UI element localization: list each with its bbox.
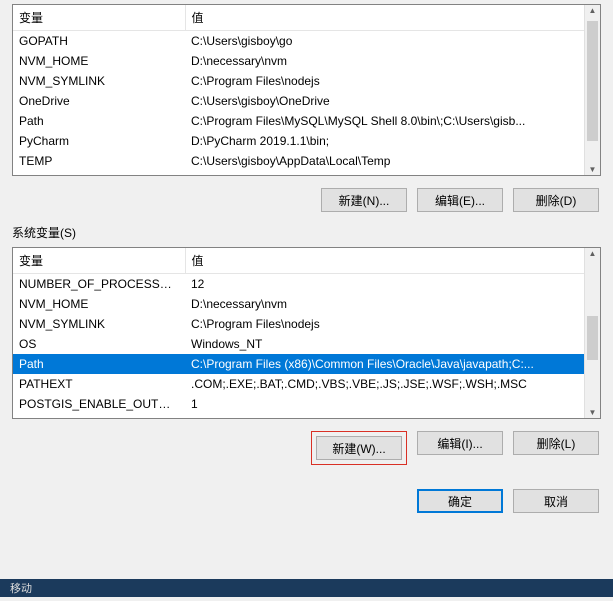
system-scrollbar[interactable] <box>584 248 600 418</box>
var-name-cell: GOPATH <box>13 31 185 52</box>
system-vars-section: 系统变量(S) 变量 值 NUMBER_OF_PROCESSORS12NVM_H… <box>12 224 601 465</box>
user-vars-table[interactable]: 变量 值 GOPATHC:\Users\gisboy\goNVM_HOMED:\… <box>13 5 584 171</box>
var-name-cell: TEMP <box>13 151 185 171</box>
system-col-value[interactable]: 值 <box>185 248 584 274</box>
user-col-value[interactable]: 值 <box>185 5 584 31</box>
dialog-footer: 确定 取消 <box>12 465 601 513</box>
system-vars-label: 系统变量(S) <box>12 224 601 241</box>
ok-button[interactable]: 确定 <box>417 489 503 513</box>
system-delete-button[interactable]: 删除(L) <box>513 431 599 455</box>
var-value-cell: C:\Program Files\MySQL\MySQL Shell 8.0\b… <box>185 111 584 131</box>
var-value-cell: .COM;.EXE;.BAT;.CMD;.VBS;.VBE;.JS;.JSE;.… <box>185 374 584 394</box>
table-row[interactable]: POSTGIS_ENABLE_OUTDB...1 <box>13 394 584 414</box>
system-col-variable[interactable]: 变量 <box>13 248 185 274</box>
system-vars-buttons: 新建(W)... 编辑(I)... 删除(L) <box>12 419 601 465</box>
var-name-cell: PATHEXT <box>13 374 185 394</box>
env-vars-dialog: 变量 值 GOPATHC:\Users\gisboy\goNVM_HOMED:\… <box>0 4 613 601</box>
var-name-cell: Path <box>13 111 185 131</box>
var-name-cell: POSTGIS_ENABLE_OUTDB... <box>13 394 185 414</box>
var-value-cell: Windows_NT <box>185 334 584 354</box>
var-name-cell: NUMBER_OF_PROCESSORS <box>13 274 185 295</box>
user-col-variable[interactable]: 变量 <box>13 5 185 31</box>
system-vars-table-wrap: 变量 值 NUMBER_OF_PROCESSORS12NVM_HOMED:\ne… <box>12 247 601 419</box>
var-name-cell: NVM_SYMLINK <box>13 71 185 91</box>
table-row[interactable]: PathC:\Program Files (x86)\Common Files\… <box>13 354 584 374</box>
table-row[interactable]: NVM_SYMLINKC:\Program Files\nodejs <box>13 314 584 334</box>
var-name-cell: Path <box>13 354 185 374</box>
table-row[interactable]: GOPATHC:\Users\gisboy\go <box>13 31 584 52</box>
user-edit-button[interactable]: 编辑(E)... <box>417 188 503 212</box>
user-vars-table-wrap: 变量 值 GOPATHC:\Users\gisboy\goNVM_HOMED:\… <box>12 4 601 176</box>
table-row[interactable]: NVM_HOMED:\necessary\nvm <box>13 51 584 71</box>
table-row[interactable]: TEMPC:\Users\gisboy\AppData\Local\Temp <box>13 151 584 171</box>
var-value-cell: D:\necessary\nvm <box>185 51 584 71</box>
user-vars-buttons: 新建(N)... 编辑(E)... 删除(D) <box>12 176 601 212</box>
var-name-cell: PyCharm <box>13 131 185 151</box>
var-value-cell: D:\necessary\nvm <box>185 294 584 314</box>
var-value-cell: C:\Users\gisboy\go <box>185 31 584 52</box>
var-value-cell: C:\Program Files (x86)\Common Files\Orac… <box>185 354 584 374</box>
table-row[interactable]: OSWindows_NT <box>13 334 584 354</box>
background-taskbar: 移动 <box>0 579 613 597</box>
var-name-cell: OS <box>13 334 185 354</box>
var-name-cell: NVM_SYMLINK <box>13 314 185 334</box>
system-scrollbar-thumb[interactable] <box>587 316 598 360</box>
table-row[interactable]: NUMBER_OF_PROCESSORS12 <box>13 274 584 295</box>
highlight-annotation: 新建(W)... <box>311 431 407 465</box>
table-row[interactable]: PathC:\Program Files\MySQL\MySQL Shell 8… <box>13 111 584 131</box>
background-tab: 移动 <box>0 580 42 596</box>
var-value-cell: C:\Program Files\nodejs <box>185 71 584 91</box>
table-row[interactable]: NVM_SYMLINKC:\Program Files\nodejs <box>13 71 584 91</box>
table-row[interactable]: OneDriveC:\Users\gisboy\OneDrive <box>13 91 584 111</box>
var-value-cell: C:\Program Files\nodejs <box>185 314 584 334</box>
user-scrollbar-thumb[interactable] <box>587 21 598 141</box>
var-value-cell: 1 <box>185 394 584 414</box>
user-vars-section: 变量 值 GOPATHC:\Users\gisboy\goNVM_HOMED:\… <box>12 4 601 212</box>
var-name-cell: NVM_HOME <box>13 294 185 314</box>
var-value-cell: C:\Users\gisboy\AppData\Local\Temp <box>185 151 584 171</box>
var-value-cell: 12 <box>185 274 584 295</box>
var-value-cell: C:\Users\gisboy\OneDrive <box>185 91 584 111</box>
system-new-button[interactable]: 新建(W)... <box>316 436 402 460</box>
user-scrollbar[interactable] <box>584 5 600 175</box>
table-row[interactable]: PATHEXT.COM;.EXE;.BAT;.CMD;.VBS;.VBE;.JS… <box>13 374 584 394</box>
table-row[interactable]: PyCharmD:\PyCharm 2019.1.1\bin; <box>13 131 584 151</box>
table-row[interactable]: NVM_HOMED:\necessary\nvm <box>13 294 584 314</box>
user-delete-button[interactable]: 删除(D) <box>513 188 599 212</box>
var-value-cell: D:\PyCharm 2019.1.1\bin; <box>185 131 584 151</box>
system-vars-table[interactable]: 变量 值 NUMBER_OF_PROCESSORS12NVM_HOMED:\ne… <box>13 248 584 414</box>
cancel-button[interactable]: 取消 <box>513 489 599 513</box>
var-name-cell: OneDrive <box>13 91 185 111</box>
user-new-button[interactable]: 新建(N)... <box>321 188 407 212</box>
system-edit-button[interactable]: 编辑(I)... <box>417 431 503 455</box>
var-name-cell: NVM_HOME <box>13 51 185 71</box>
